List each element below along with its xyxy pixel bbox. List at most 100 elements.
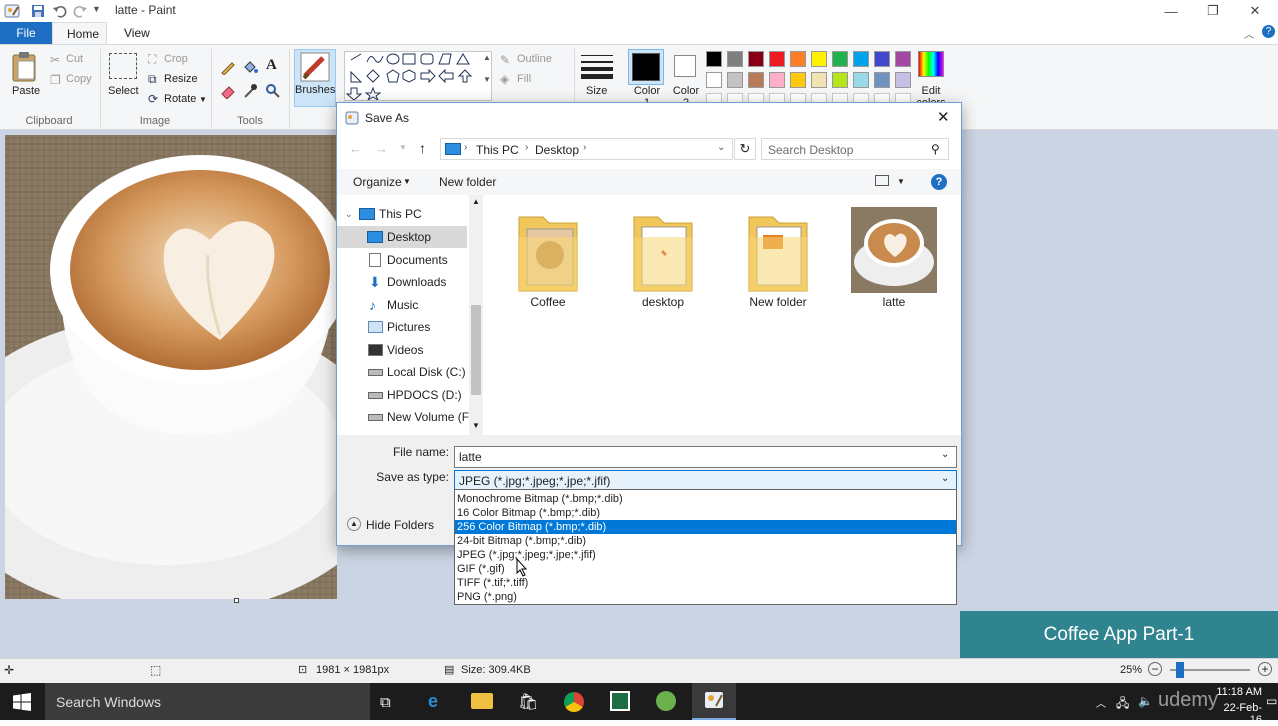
nav-item-documents[interactable]: Documents [337,249,467,271]
palette-swatch[interactable] [853,72,869,88]
rotate-button[interactable]: Rotate [164,93,196,105]
file-name-dropdown-icon[interactable]: ⌄ [941,449,949,460]
dialog-close-button[interactable]: ✕ [937,108,950,126]
nav-item-desktop[interactable]: Desktop [337,226,467,248]
scroll-thumb[interactable] [471,305,481,395]
palette-swatch[interactable] [790,51,806,67]
scroll-down-icon[interactable]: ▼ [472,421,480,430]
pencil-icon[interactable] [220,59,236,75]
scroll-up-icon[interactable]: ▲ [472,197,480,206]
zoom-in-button[interactable]: + [1258,662,1272,676]
search-icon[interactable]: ⚲ [931,142,940,156]
nav-scrollbar[interactable]: ▲ ▼ [469,195,483,435]
file-item-latte[interactable]: latte [849,207,939,317]
clock-time[interactable]: 11:18 AM [1214,686,1262,698]
tab-home[interactable]: Home [52,22,107,44]
size-icon[interactable] [581,53,613,79]
latte-image[interactable] [5,135,337,599]
close-window-button[interactable]: ✕ [1232,0,1278,22]
app-icon[interactable] [610,691,630,711]
up-folder-icon[interactable]: ↑ [419,140,426,156]
clock-date[interactable]: 22-Feb-16 [1214,702,1262,726]
nav-item-this-pc[interactable]: ⌄ This PC [337,203,467,225]
eraser-icon[interactable] [220,83,236,99]
palette-swatch[interactable] [706,51,722,67]
shapes-scroll-up-icon[interactable]: ▲ [483,53,491,62]
task-view-icon[interactable]: ⧉ [380,694,391,711]
palette-swatch[interactable] [832,51,848,67]
chrome-icon[interactable] [564,692,584,712]
forward-icon[interactable]: → [375,141,388,156]
type-option-png[interactable]: PNG (*.png) [455,590,956,604]
palette-swatch[interactable] [874,51,890,67]
palette-swatch[interactable] [727,51,743,67]
palette-swatch[interactable] [769,72,785,88]
select-icon[interactable] [109,53,137,79]
palette-swatch[interactable] [748,51,764,67]
shapes-gallery[interactable] [344,51,492,101]
restore-button[interactable]: ❐ [1190,0,1236,22]
nav-item-videos[interactable]: Videos [337,339,467,361]
breadcrumb-this-pc[interactable]: This PC [476,143,519,157]
palette-swatch[interactable] [811,51,827,67]
save-type-dropdown-icon[interactable]: ⌄ [941,473,949,484]
nav-item-music[interactable]: ♪ Music [337,294,467,316]
edge-icon[interactable]: e [428,691,438,712]
palette-swatch[interactable] [706,72,722,88]
tab-view[interactable]: View [110,22,156,44]
color-picker-icon[interactable] [242,83,258,99]
android-studio-icon[interactable] [656,691,676,711]
resize-handle[interactable] [234,598,239,603]
search-input[interactable]: Search Desktop [761,138,949,160]
outline-button[interactable]: Outline [517,53,552,65]
palette-swatch[interactable] [832,72,848,88]
new-folder-button[interactable]: New folder [439,175,496,189]
zoom-out-button[interactable]: − [1148,662,1162,676]
palette-swatch[interactable] [895,51,911,67]
rotate-dropdown-icon[interactable]: ▼ [199,95,207,104]
nav-item-local-disk-c[interactable]: Local Disk (C:) [337,361,467,383]
organize-dropdown-icon[interactable]: ▼ [403,177,411,186]
type-option-tiff[interactable]: TIFF (*.tif;*.tiff) [455,576,956,590]
paint-taskbar-button[interactable] [692,683,736,720]
color1-button[interactable] [628,49,664,85]
palette-swatch[interactable] [853,51,869,67]
view-icon[interactable] [875,175,889,186]
back-icon[interactable]: ← [349,141,362,156]
resize-button[interactable]: Resize [164,73,198,85]
network-icon[interactable]: 🖧 [1116,694,1129,715]
refresh-icon[interactable]: ↻ [734,138,756,160]
crop-button[interactable]: Crop [164,53,188,65]
file-item-coffee[interactable]: Coffee [503,207,593,317]
type-option-256-color[interactable]: 256 Color Bitmap (*.bmp;*.dib) [455,520,956,534]
nav-item-downloads[interactable]: ⬇ Downloads [337,271,467,293]
nav-item-hpdocs-d[interactable]: HPDOCS (D:) [337,384,467,406]
address-dropdown-icon[interactable]: ⌄ [717,142,725,153]
undo-icon[interactable] [52,3,68,19]
type-option-jpeg[interactable]: JPEG (*.jpg;*.jpeg;*.jpe;*.jfif) [455,548,956,562]
hide-folders-button[interactable]: Hide Folders [366,518,434,532]
breadcrumb-desktop[interactable]: Desktop [535,143,579,157]
type-option-monochrome[interactable]: Monochrome Bitmap (*.bmp;*.dib) [455,492,956,506]
recent-locations-icon[interactable]: ▼ [399,143,407,152]
palette-swatch[interactable] [727,72,743,88]
volume-icon[interactable]: 🔈 [1138,694,1153,708]
file-explorer-icon[interactable] [471,693,493,709]
paste-button[interactable] [10,51,40,85]
file-name-input[interactable]: latte [454,446,957,468]
notifications-icon[interactable]: ▭ [1266,694,1277,708]
tab-file[interactable]: File [0,22,52,44]
organize-button[interactable]: Organize [353,175,402,189]
magnifier-icon[interactable] [265,83,281,99]
save-icon[interactable] [30,3,46,19]
copy-button[interactable]: Copy [66,73,92,85]
address-bar[interactable]: › This PC › Desktop › ⌄ [440,138,733,160]
edit-colors-icon[interactable] [918,51,944,77]
dialog-help-icon[interactable]: ? [931,174,947,190]
color2-button[interactable] [674,55,696,77]
palette-swatch[interactable] [811,72,827,88]
brushes-button[interactable] [294,49,336,107]
quick-access-dropdown-icon[interactable]: ▼ [92,4,101,14]
palette-swatch[interactable] [748,72,764,88]
show-hidden-icons[interactable]: ︿ [1096,695,1106,710]
